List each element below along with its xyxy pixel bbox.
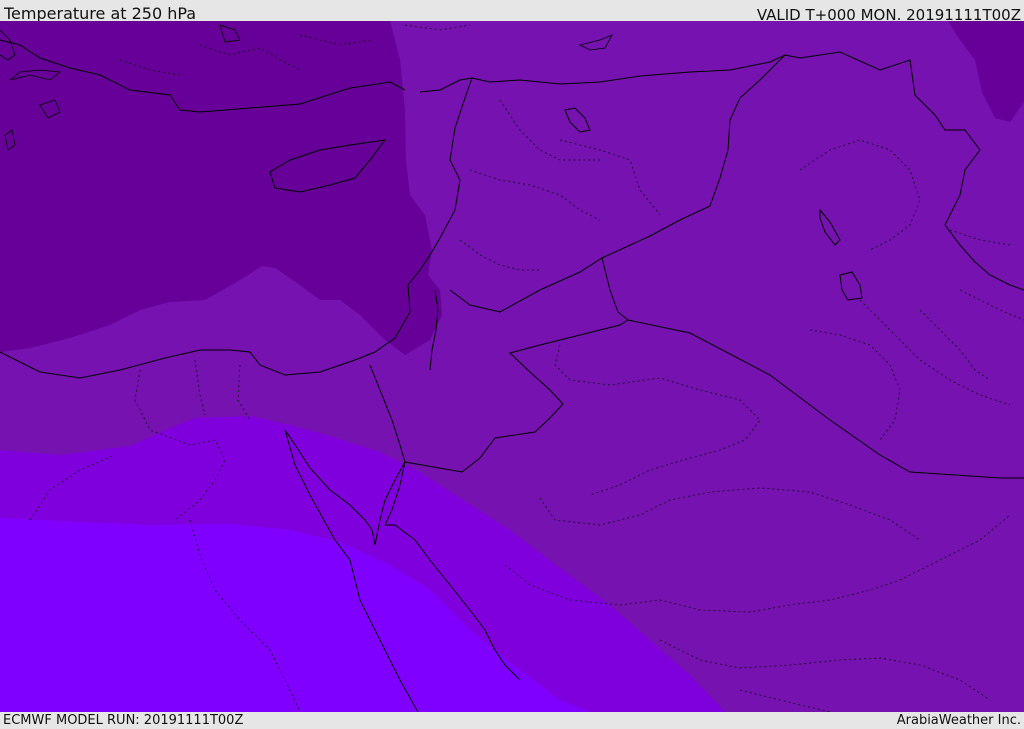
- header-bar: Temperature at 250 hPa VALID T+000 MON. …: [0, 0, 1024, 24]
- credit-label: ArabiaWeather Inc.: [896, 713, 1021, 728]
- temperature-map[interactable]: [0, 21, 1024, 712]
- footer-bar: ECMWF MODEL RUN: 20191111T00Z ArabiaWeat…: [0, 712, 1024, 729]
- model-run-label: ECMWF MODEL RUN: 20191111T00Z: [3, 713, 244, 728]
